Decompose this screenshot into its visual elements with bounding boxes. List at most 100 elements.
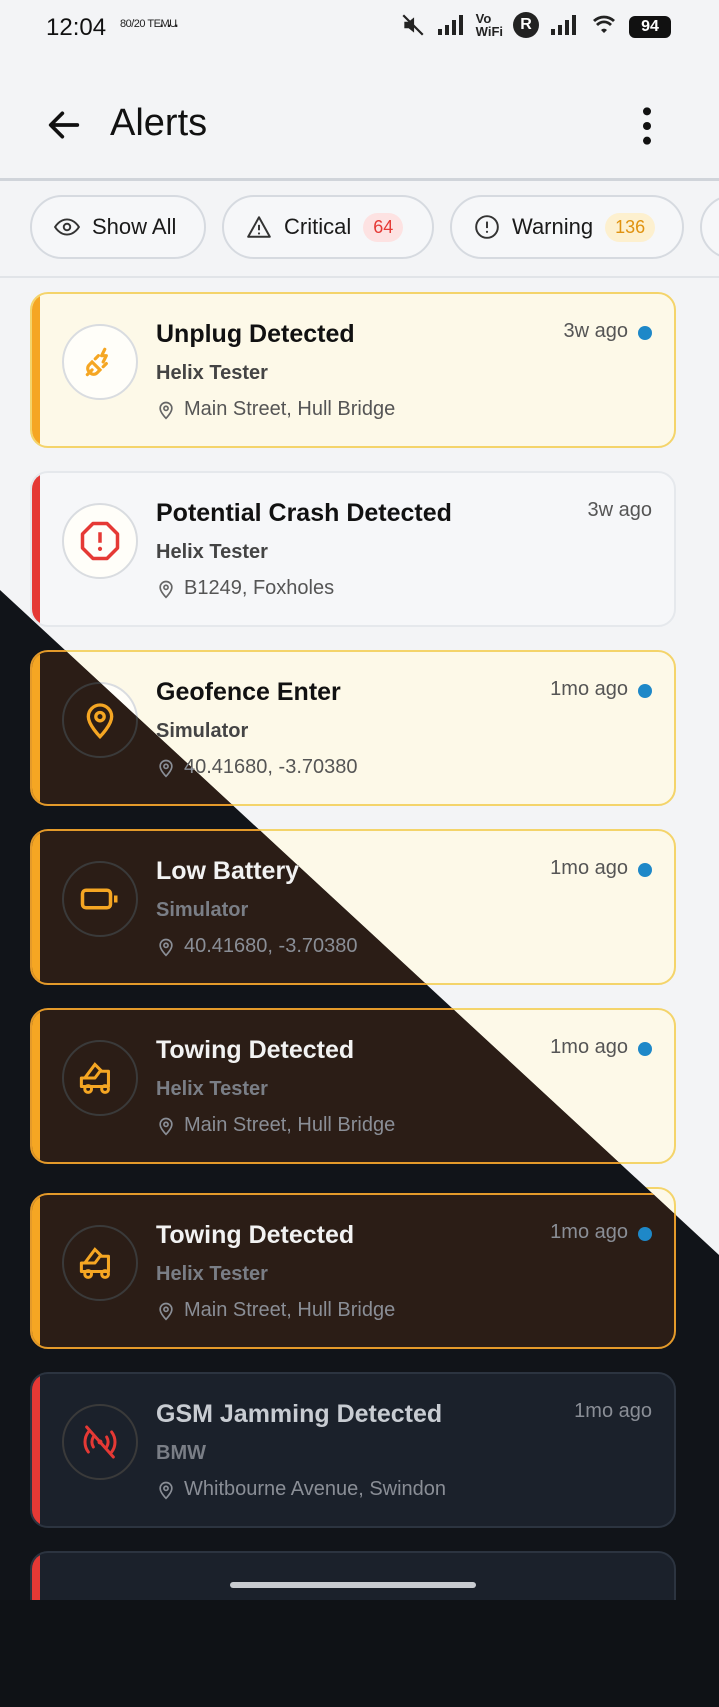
alert-location-text: B1249, Foxholes xyxy=(184,577,335,599)
alert-title: Unplug Detected xyxy=(156,320,355,348)
map-pin-icon xyxy=(159,759,173,778)
map-pin-icon xyxy=(86,703,114,740)
alert-location: Whitbourne Avenue, Swindon xyxy=(156,1478,446,1501)
alert-icon-container xyxy=(62,1040,138,1116)
unread-dot xyxy=(638,1227,652,1241)
alert-location-text: Main Street, Hull Bridge xyxy=(184,1299,396,1321)
map-pin-icon xyxy=(159,938,173,957)
header-divider xyxy=(0,178,719,181)
status-more-icon: ··· xyxy=(158,12,180,37)
status-time: 12:04 xyxy=(46,14,107,41)
signal-icon xyxy=(437,15,463,35)
severity-bar xyxy=(32,652,40,804)
alert-location: Main Street, Hull Bridge xyxy=(156,398,395,421)
overflow-menu-icon[interactable] xyxy=(639,106,655,146)
tow-truck-icon xyxy=(79,1247,110,1279)
filter-label: Show All xyxy=(92,214,177,239)
alert-icon-container xyxy=(62,324,138,400)
alert-card[interactable]: GSM Jamming Detected BMW Whitbourne Aven… xyxy=(30,1372,676,1528)
map-pin-icon xyxy=(159,1117,173,1136)
alert-location-text: 40.41680, -3.70380 xyxy=(184,756,358,778)
alert-location: B1249, Foxholes xyxy=(156,577,334,600)
alert-card[interactable]: Unplug Detected Helix Tester Main Street… xyxy=(30,292,676,448)
alert-icon-container xyxy=(62,861,138,937)
signal-off-icon xyxy=(83,1425,117,1459)
vowifi-icon: Vo WiFi xyxy=(475,11,503,39)
back-arrow-icon[interactable] xyxy=(44,105,84,145)
filter-label: Warning xyxy=(512,214,594,239)
circle-alert-icon xyxy=(475,215,499,239)
tow-truck-icon xyxy=(79,1062,110,1094)
alert-device: Simulator xyxy=(156,899,249,921)
battery-icon xyxy=(80,888,118,910)
alert-location: Main Street, Hull Bridge xyxy=(156,1114,395,1137)
critical-count-badge: 64 xyxy=(363,212,404,242)
filter-bar: Show All Critical 64 Warning 136 xyxy=(0,182,719,276)
filter-chip-warning[interactable]: Warning 136 xyxy=(450,195,684,259)
severity-bar xyxy=(32,1195,40,1347)
alert-icon-container xyxy=(62,503,138,579)
warning-count-badge: 136 xyxy=(605,212,656,242)
alert-device: Helix Tester xyxy=(156,541,268,563)
page-title: Alerts xyxy=(110,102,208,144)
unread-dot xyxy=(638,863,652,877)
severity-bar xyxy=(32,1010,40,1162)
map-pin-icon xyxy=(159,1302,173,1321)
alert-device: Simulator xyxy=(156,720,249,742)
filter-chip-more[interactable] xyxy=(700,195,719,259)
alert-location-text: Main Street, Hull Bridge xyxy=(184,398,396,420)
alert-time: 3w ago xyxy=(563,320,629,342)
app-bar: Alerts xyxy=(0,70,719,180)
alert-title: Potential Crash Detected xyxy=(156,499,452,527)
alert-time: 1mo ago xyxy=(550,1036,628,1058)
triangle-alert-icon xyxy=(247,216,271,238)
octagon-alert-icon xyxy=(80,521,120,561)
alert-device: Helix Tester xyxy=(156,1263,268,1285)
gesture-handle[interactable] xyxy=(230,1582,476,1588)
battery-indicator: 94 xyxy=(629,16,671,38)
map-pin-icon xyxy=(159,580,173,599)
alert-time: 1mo ago xyxy=(550,857,628,879)
unread-dot xyxy=(638,1042,652,1056)
severity-bar xyxy=(32,1374,40,1526)
alert-card[interactable]: Potential Crash Detected Helix Tester B1… xyxy=(30,471,676,627)
alert-title: Geofence Enter xyxy=(156,678,341,706)
status-bar: 12:04 80/20 TEMU ··· Vo WiFi R 94 xyxy=(0,0,719,56)
unread-dot xyxy=(638,684,652,698)
alert-time: 3w ago xyxy=(587,499,653,521)
alert-title: Towing Detected xyxy=(156,1221,355,1249)
alert-location-text: Whitbourne Avenue, Swindon xyxy=(184,1478,447,1500)
severity-bar xyxy=(32,831,40,983)
filter-chip-show-all[interactable]: Show All xyxy=(30,195,206,259)
filter-label: Critical xyxy=(284,214,352,239)
severity-bar xyxy=(32,473,40,625)
alert-location-text: 40.41680, -3.70380 xyxy=(184,935,358,957)
alert-card[interactable] xyxy=(30,1551,676,1600)
alert-time: 1mo ago xyxy=(550,678,628,700)
status-icons: Vo WiFi R xyxy=(400,12,619,38)
severity-bar xyxy=(32,294,40,446)
unread-dot xyxy=(638,326,652,340)
signal-2-icon xyxy=(551,15,576,35)
alert-icon-container xyxy=(62,1225,138,1301)
alert-title: Low Battery xyxy=(156,857,300,885)
alert-icon-container xyxy=(62,1404,138,1480)
plug-icon xyxy=(85,347,108,377)
alert-device: Helix Tester xyxy=(156,362,268,384)
alert-time: 1mo ago xyxy=(550,1221,628,1243)
severity-bar xyxy=(32,1553,40,1600)
alert-location: 40.41680, -3.70380 xyxy=(156,935,358,958)
alert-title: Towing Detected xyxy=(156,1036,355,1064)
mute-icon xyxy=(402,14,424,36)
map-pin-icon xyxy=(159,1481,173,1500)
alert-card[interactable]: Towing Detected Helix Tester Main Street… xyxy=(30,1193,676,1349)
filter-divider xyxy=(0,276,719,278)
alert-time: 1mo ago xyxy=(574,1400,652,1422)
alert-location: Main Street, Hull Bridge xyxy=(156,1299,395,1322)
alert-device: Helix Tester xyxy=(156,1078,268,1100)
alert-title: GSM Jamming Detected xyxy=(156,1400,443,1428)
filter-chip-critical[interactable]: Critical 64 xyxy=(222,195,434,259)
wifi-icon xyxy=(593,15,615,33)
eye-icon xyxy=(54,218,80,236)
roaming-icon: R xyxy=(513,12,539,38)
